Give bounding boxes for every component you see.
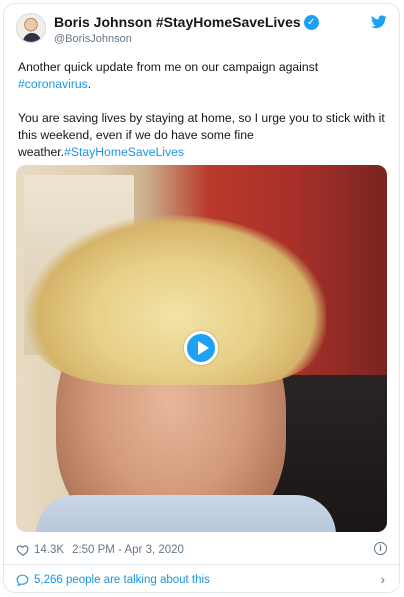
tweet-text: Another quick update from me on our camp… bbox=[18, 59, 388, 161]
tweet-header: Boris Johnson #StayHomeSaveLives ✓ @Bori… bbox=[16, 13, 387, 49]
hashtag-coronavirus[interactable]: #coronavirus bbox=[18, 77, 88, 91]
like-count[interactable]: 14.3K bbox=[34, 544, 64, 556]
talking-about-link[interactable]: 5,266 people are talking about this › bbox=[16, 571, 387, 589]
verified-badge-icon: ✓ bbox=[303, 14, 319, 30]
video-thumbnail[interactable] bbox=[16, 165, 387, 532]
display-name[interactable]: Boris Johnson #StayHomeSaveLives bbox=[54, 14, 301, 30]
info-icon[interactable]: i bbox=[374, 542, 387, 555]
talking-about-text[interactable]: 5,266 people are talking about this bbox=[34, 574, 210, 586]
play-icon[interactable] bbox=[184, 331, 218, 365]
avatar[interactable] bbox=[16, 13, 46, 43]
heart-icon[interactable] bbox=[16, 543, 30, 557]
shirt bbox=[36, 495, 336, 532]
user-handle[interactable]: @BorisJohnson bbox=[54, 33, 132, 45]
tweet-text-line1: Another quick update from me on our camp… bbox=[18, 60, 319, 74]
tweet-card[interactable]: Boris Johnson #StayHomeSaveLives ✓ @Bori… bbox=[3, 3, 400, 593]
hashtag-stayhomesavelives[interactable]: #StayHomeSaveLives bbox=[64, 145, 184, 159]
name-row[interactable]: Boris Johnson #StayHomeSaveLives ✓ bbox=[54, 14, 319, 30]
timestamp[interactable]: 2:50 PM - Apr 3, 2020 bbox=[72, 544, 184, 556]
tweet-meta: 14.3K 2:50 PM - Apr 3, 2020 i bbox=[16, 541, 387, 559]
chevron-right-icon[interactable]: › bbox=[380, 571, 385, 587]
comment-bubble-icon bbox=[16, 574, 29, 586]
divider bbox=[4, 564, 399, 565]
hair bbox=[26, 215, 326, 385]
tweet-text-period: . bbox=[87, 77, 92, 91]
twitter-bird-icon[interactable] bbox=[371, 15, 387, 29]
